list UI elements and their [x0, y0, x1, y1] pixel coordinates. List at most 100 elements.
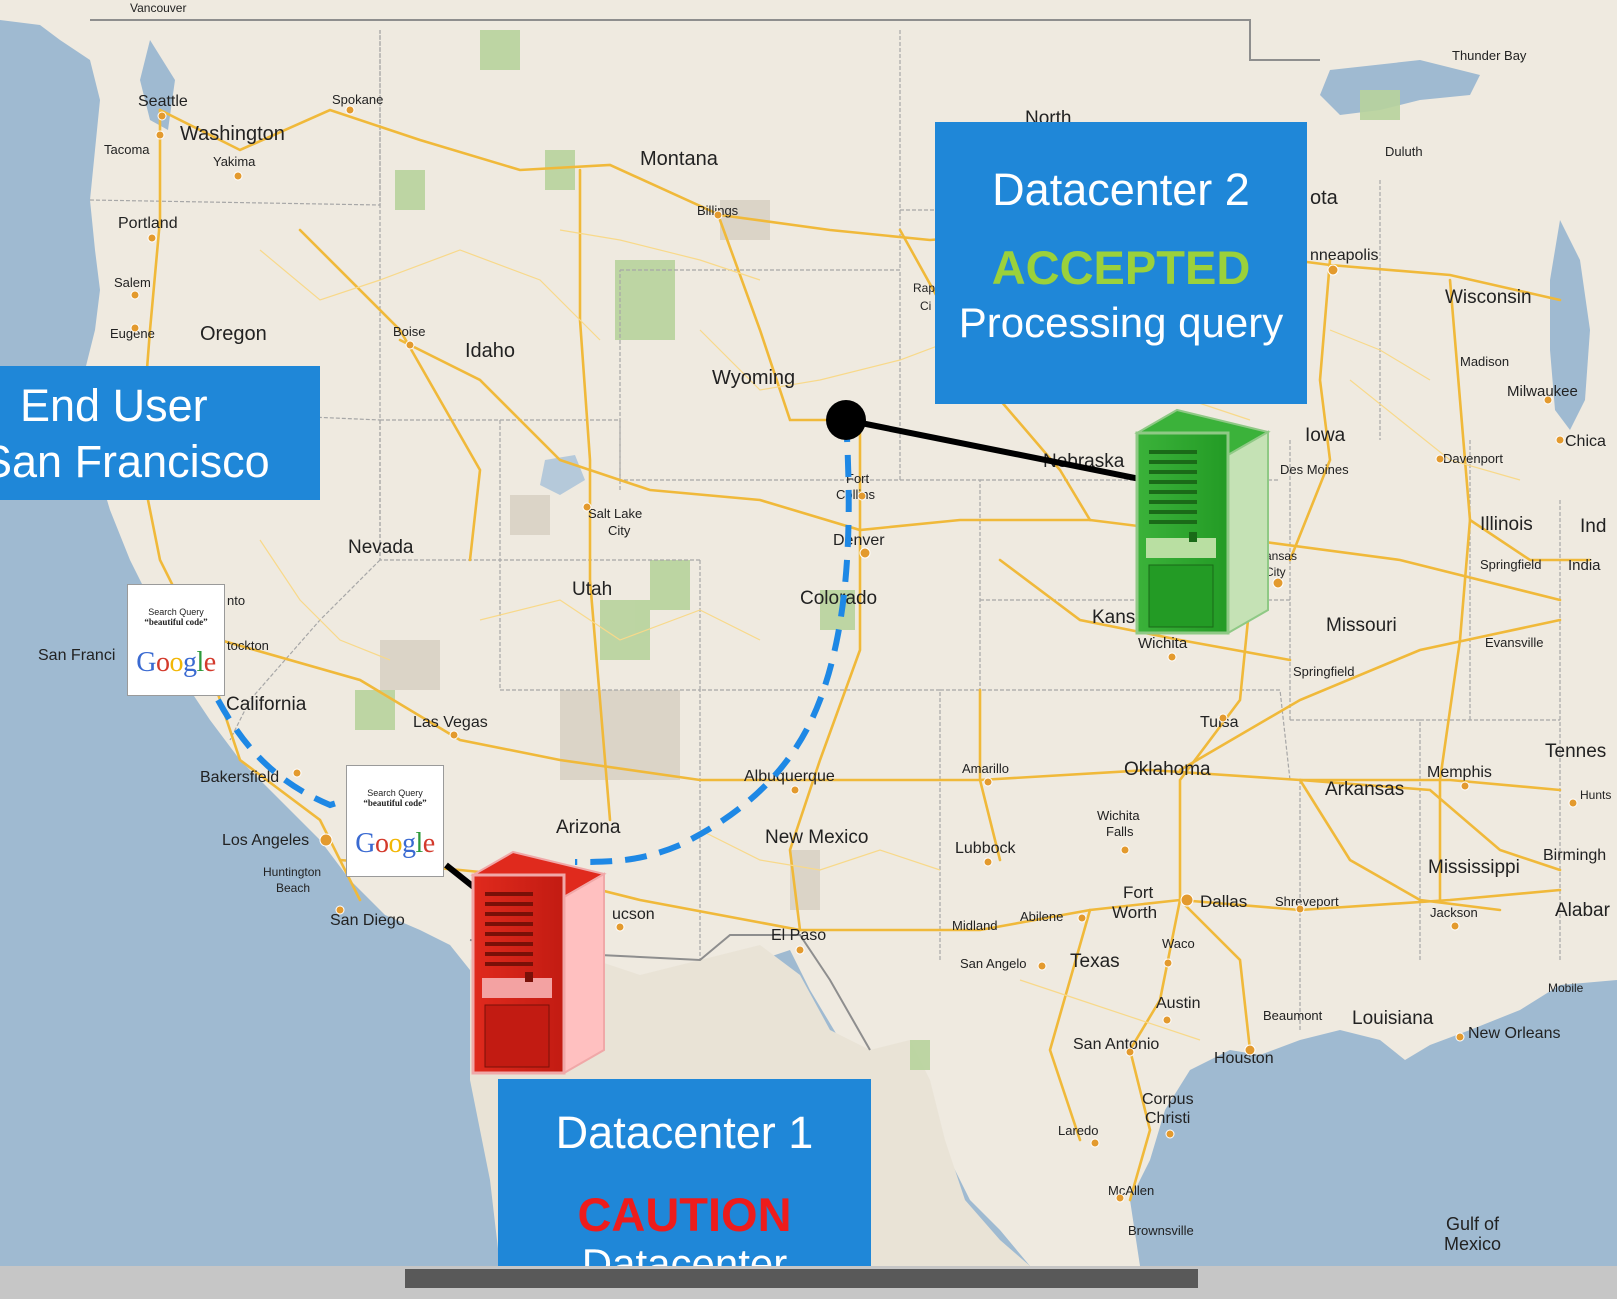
map-label: Missouri [1326, 615, 1397, 636]
map-label: Des Moines [1280, 462, 1349, 477]
query-label: Search Query [367, 788, 423, 798]
map-label: Denver [833, 532, 885, 549]
map-label: Falls [1106, 824, 1134, 839]
map-label: Spokane [332, 92, 383, 107]
map-label: Birmingh [1543, 847, 1606, 864]
query-text: “beautiful code” [363, 798, 427, 808]
map-label: Davenport [1443, 451, 1503, 466]
map-label: Collins [836, 487, 876, 502]
map-label: India [1568, 557, 1601, 574]
google-query-card: Search Query “beautiful code” Google [127, 584, 225, 696]
map-label: Lubbock [955, 840, 1016, 857]
map-label: Ind [1580, 516, 1606, 537]
map-label: Utah [572, 579, 612, 600]
map-label: San Angelo [960, 956, 1027, 971]
map-label: Midland [952, 918, 998, 933]
map-label: Vancouver [130, 1, 186, 15]
datacenter-2-status: ACCEPTED [991, 241, 1251, 294]
map-label: Portland [118, 215, 178, 232]
map-label: Wichita [1097, 808, 1140, 823]
map-label: Springfield [1293, 664, 1354, 679]
map-label: Wisconsin [1445, 287, 1532, 308]
map-label: Shreveport [1275, 894, 1339, 909]
map-label: Abilene [1020, 909, 1063, 924]
map-label: Chica [1565, 433, 1606, 450]
map-label: ansas [1265, 549, 1297, 563]
map-label: Mexico [1444, 1234, 1501, 1254]
map-label: ucson [612, 906, 655, 923]
map-label: Thunder Bay [1452, 48, 1527, 63]
end-user-location: San Francisco [0, 436, 270, 487]
google-query-card: Search Query “beautiful code” Google [346, 765, 444, 877]
map-label: McAllen [1108, 1183, 1154, 1198]
map-label: Colorado [800, 588, 877, 609]
map-label: Oklahoma [1124, 759, 1211, 780]
google-logo: Google [136, 647, 216, 678]
datacenter-1-status: CAUTION [577, 1188, 792, 1241]
map-label: Boise [393, 324, 426, 339]
map-label: San Diego [330, 912, 405, 929]
datacenter-2-title: Datacenter 2 [992, 164, 1250, 215]
map-label: Madison [1460, 354, 1509, 369]
map-label: Fort [1123, 883, 1154, 902]
map-label: Alabar [1555, 900, 1611, 921]
map-label: Beaumont [1263, 1008, 1323, 1023]
google-logo: Google [355, 828, 435, 859]
map-label: Illinois [1480, 514, 1533, 535]
map-label: Texas [1070, 951, 1120, 972]
map-label: ota [1310, 187, 1339, 209]
map-label: Duluth [1385, 144, 1423, 159]
scrollbar-thumb[interactable] [405, 1269, 1198, 1288]
map-label: Yakima [213, 154, 256, 169]
map-label: New Mexico [765, 827, 868, 848]
query-text: “beautiful code” [144, 617, 208, 627]
map-label: Montana [640, 148, 719, 170]
map-label: Ci [920, 299, 931, 313]
map-label: San Franci [38, 647, 115, 664]
map-label: Salem [114, 275, 151, 290]
datacenter-2-detail: Processing query [958, 299, 1284, 346]
map-label: California [226, 694, 307, 715]
query-label: Search Query [148, 607, 204, 617]
end-user-callout: End User San Francisco [0, 366, 320, 500]
map-label: tockton [227, 638, 269, 653]
map-label: Los Angeles [222, 832, 309, 849]
datacenter-2-callout: Datacenter 2 ACCEPTED Processing query [935, 122, 1307, 404]
map-label: Arizona [556, 817, 621, 838]
map-label: Rap [913, 281, 935, 295]
map-label: Gulf of [1446, 1214, 1500, 1234]
map-label: Memphis [1427, 764, 1492, 781]
map-label: Christi [1145, 1110, 1190, 1127]
map-label: City [608, 523, 631, 538]
map-label: Washington [180, 123, 285, 145]
map-label: San Antonio [1073, 1036, 1159, 1053]
map-label: Nevada [348, 537, 414, 558]
map-label: Albuquerque [744, 768, 835, 785]
datacenter-1-server-icon [470, 850, 607, 1075]
map-label: Dallas [1200, 892, 1247, 911]
datacenter-1-title: Datacenter 1 [555, 1107, 814, 1158]
map-label: Springfield [1480, 557, 1541, 572]
map-label: Mississippi [1428, 857, 1520, 878]
map-label: Wyoming [712, 367, 795, 389]
map-label: nneapolis [1310, 247, 1379, 264]
map-label: Mobile [1548, 981, 1584, 995]
map-label: Amarillo [962, 761, 1009, 776]
map-label: Worth [1112, 903, 1157, 922]
map-label: Evansville [1485, 635, 1544, 650]
map-label: Wichita [1138, 635, 1188, 652]
map-label: Idaho [465, 340, 515, 362]
map-label: El Paso [771, 927, 826, 944]
diagram-stage: Vancouver Seattle Tacoma Yakima Spokane … [0, 0, 1617, 1299]
map-label: Tennes [1545, 741, 1606, 762]
map-label: Houston [1214, 1050, 1274, 1067]
map-label: nto [227, 593, 245, 608]
map-label: Las Vegas [413, 714, 488, 731]
datacenter-2-server-icon [1134, 408, 1271, 635]
map-label: Laredo [1058, 1123, 1098, 1138]
map-label: Salt Lake [588, 506, 642, 521]
map-label: Waco [1162, 936, 1195, 951]
map-label: Louisiana [1352, 1008, 1434, 1029]
map-label: Bakersfield [200, 769, 279, 786]
map-label: Corpus [1142, 1091, 1194, 1108]
